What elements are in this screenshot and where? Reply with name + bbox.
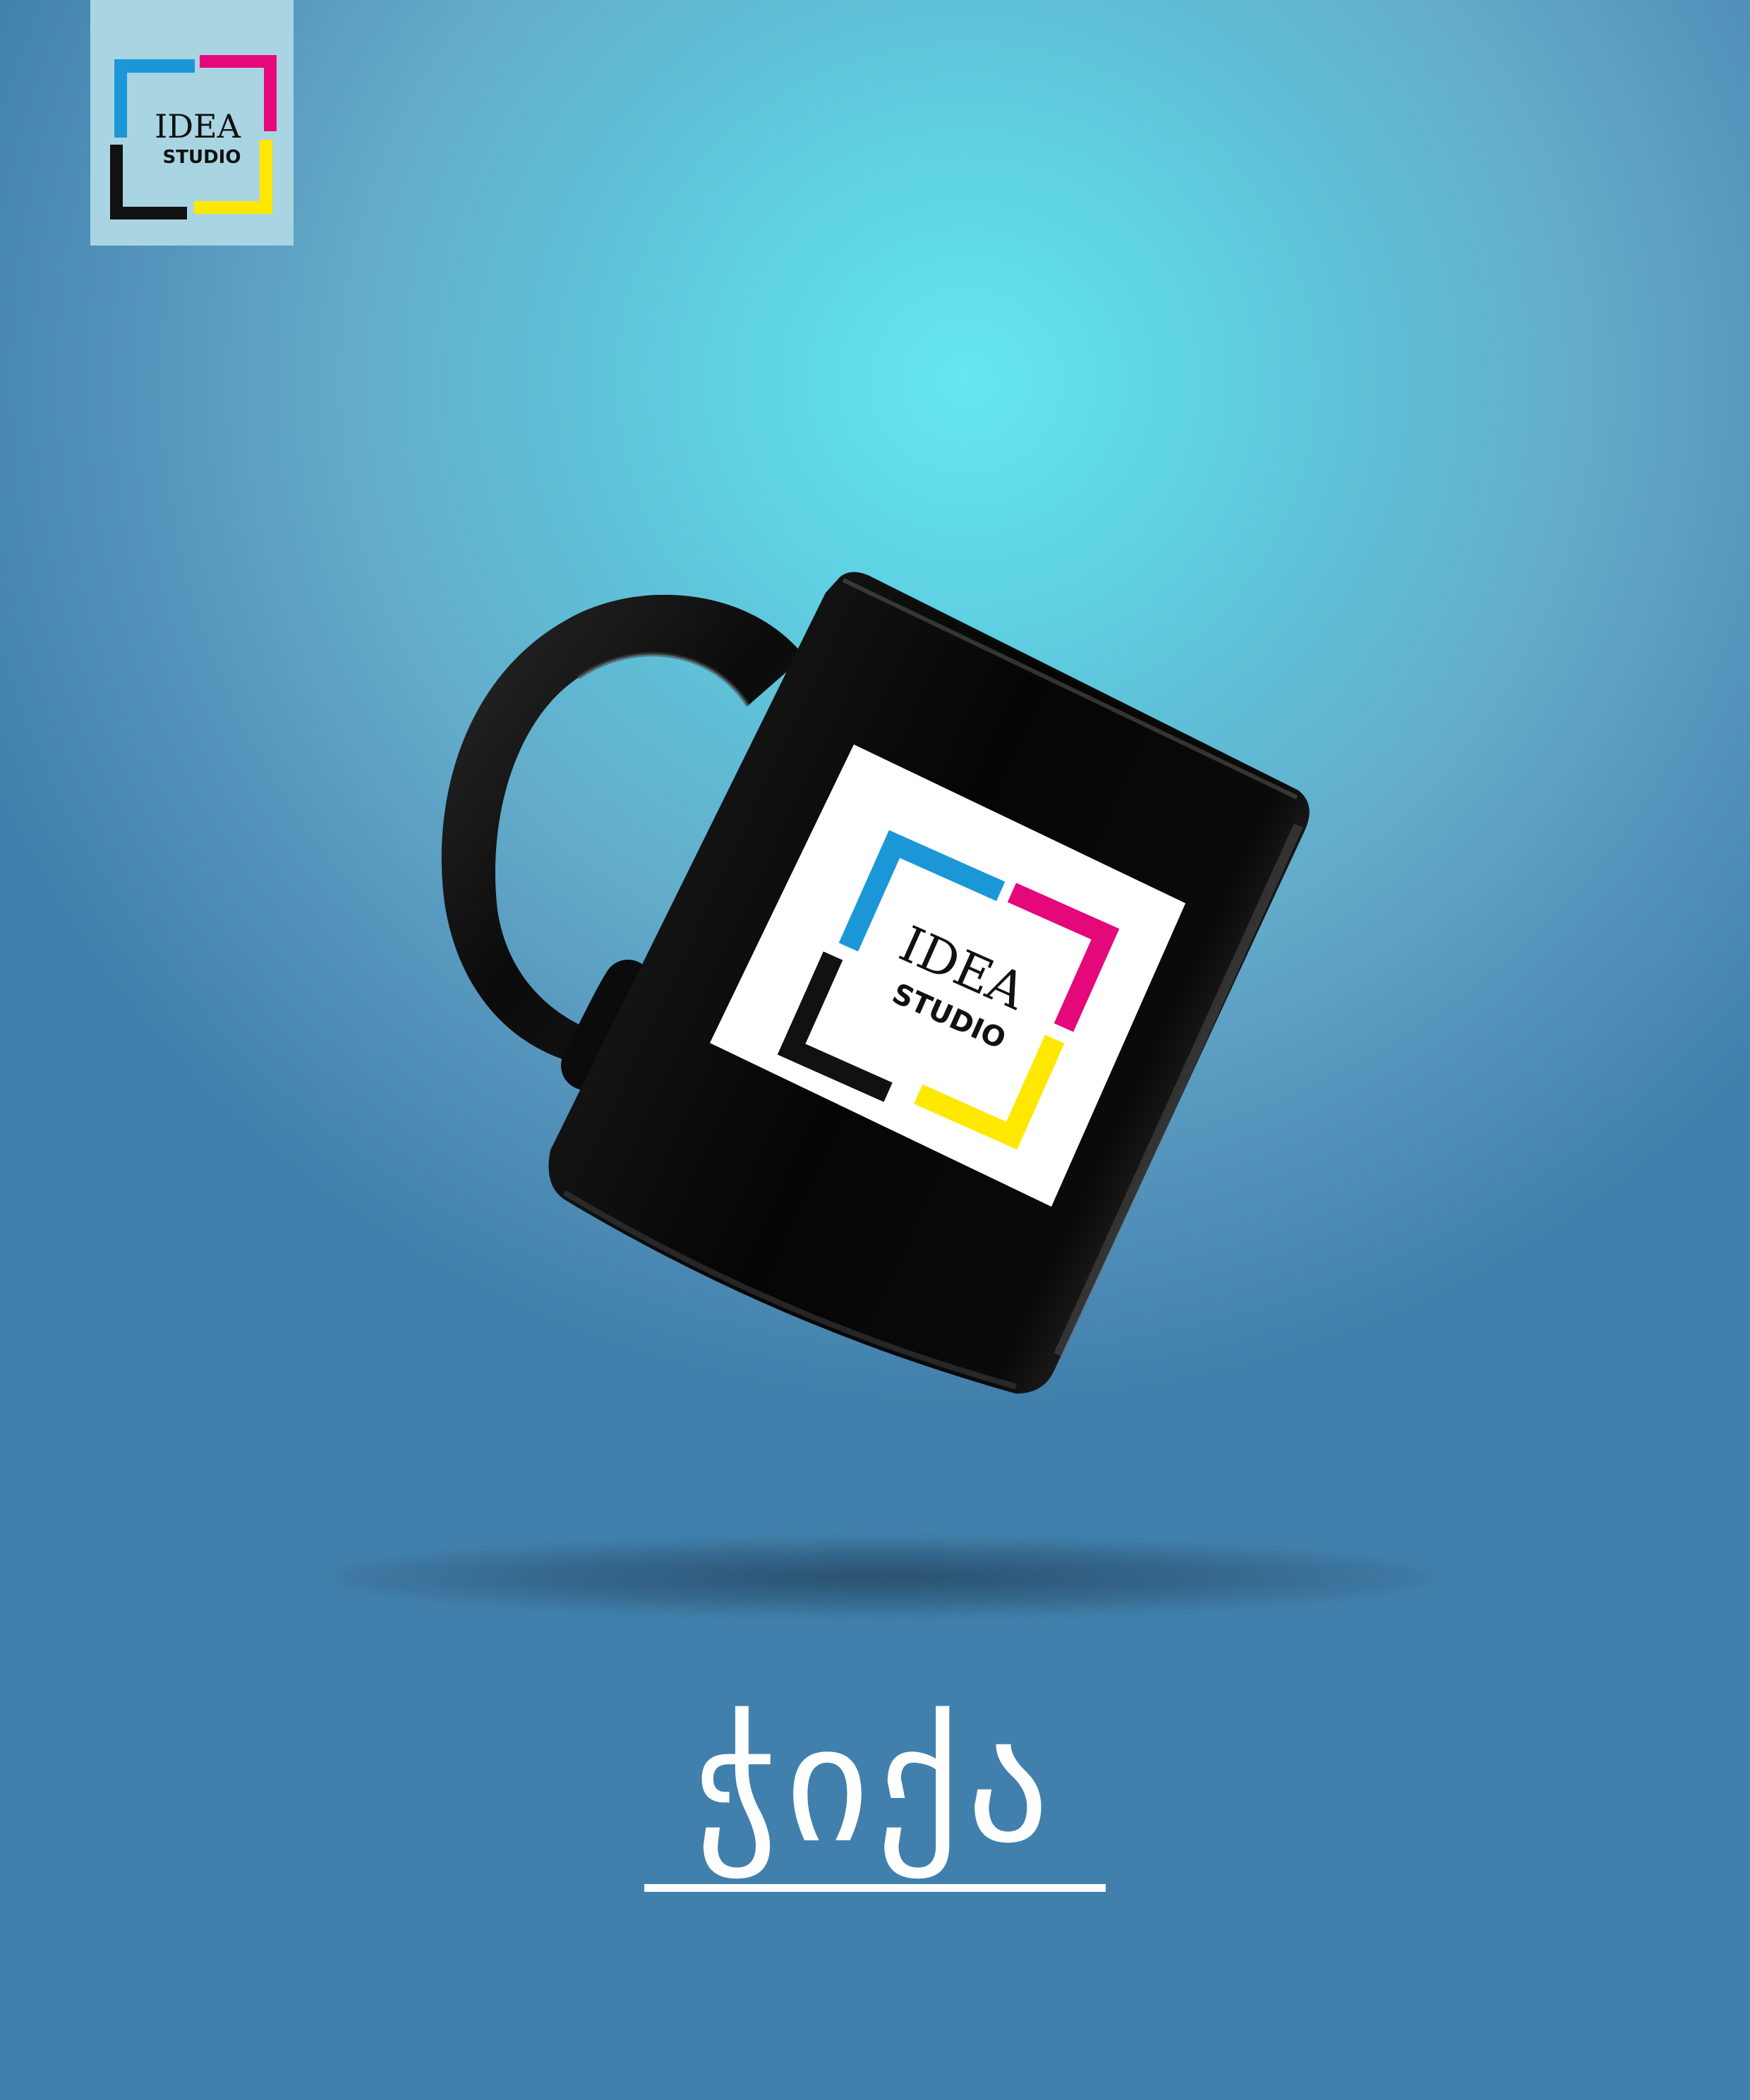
mug-shadow bbox=[332, 1538, 1432, 1616]
title-underline bbox=[644, 1884, 1106, 1892]
product-title: ჭიქა bbox=[694, 1691, 1056, 1879]
